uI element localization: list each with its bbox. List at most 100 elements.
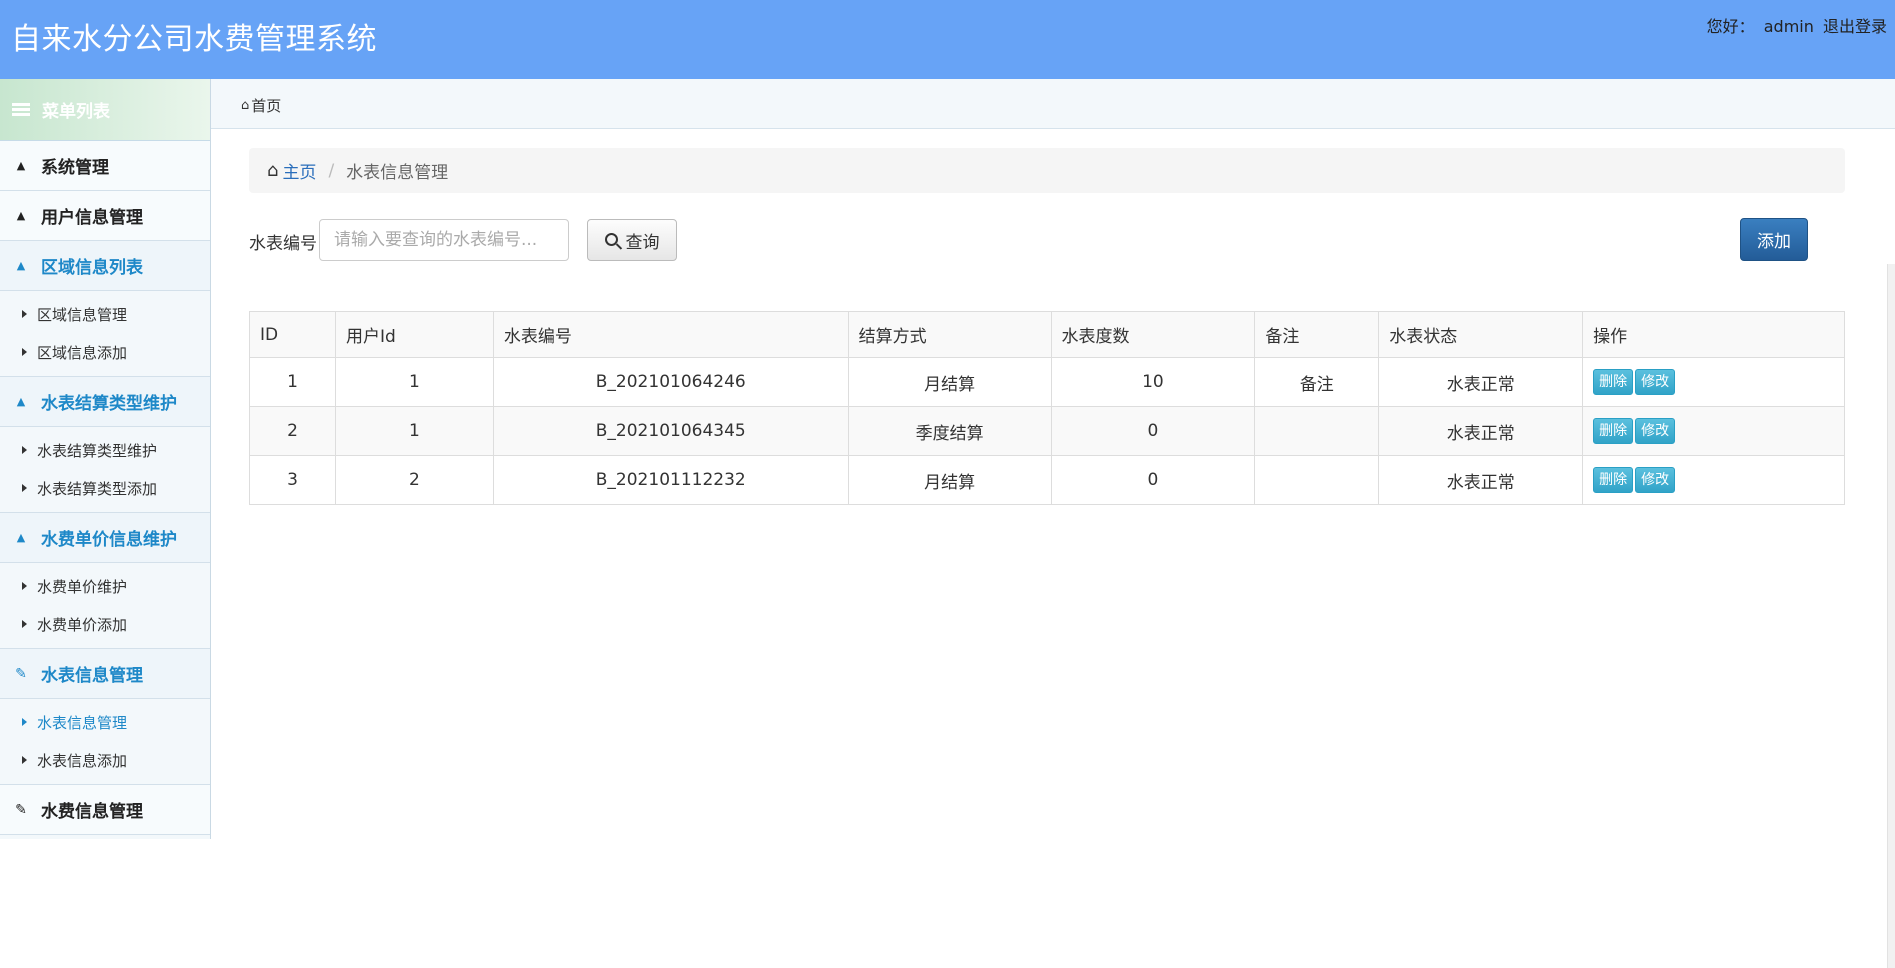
sidebar-item[interactable]: 区域信息添加 (0, 333, 210, 371)
edit-button[interactable]: 修改 (1635, 418, 1676, 444)
search-button[interactable]: 查询 (587, 219, 677, 261)
sidebar-group-label: 水表信息管理 (41, 666, 143, 686)
table-cell-meter-no: B_202101064345 (492, 406, 849, 456)
edit-button[interactable]: 修改 (1635, 467, 1676, 493)
tab-home[interactable]: ⌂ 首页 (241, 95, 281, 116)
username: admin (1763, 17, 1814, 36)
menu-header: 菜单列表 (0, 79, 210, 141)
sidebar-group-label: 区域信息列表 (41, 258, 143, 278)
sidebar-group[interactable]: ▲ 水表结算类型维护 (0, 377, 210, 427)
tab-home-label: 首页 (251, 97, 282, 115)
home-icon: ⌂ (267, 160, 279, 181)
sidebar-submenu: 水表结算类型维护水表结算类型添加 (0, 427, 210, 513)
table-header-cell: 水表状态 (1378, 311, 1584, 358)
add-button[interactable]: 添加 (1740, 218, 1808, 261)
sidebar-group-label: 系统管理 (41, 158, 109, 178)
sidebar-group-label: 用户信息管理 (41, 208, 143, 228)
table-cell-note: 备注 (1254, 357, 1380, 407)
sidebar-item-label: 水费单价维护 (37, 577, 128, 596)
caret-right-icon (22, 348, 27, 356)
sidebar-group[interactable]: ✎ 水表信息管理 (0, 649, 210, 699)
table-cell-id: 3 (249, 455, 336, 505)
table-cell-settle: 月结算 (847, 357, 1052, 407)
table-header-cell: 操作 (1582, 311, 1845, 358)
table-cell-user-id: 1 (334, 357, 494, 407)
sidebar-submenu: 水表信息管理 水表信息添加 (0, 699, 210, 785)
delete-button[interactable]: 删除 (1593, 467, 1634, 493)
caret-right-icon (22, 484, 27, 492)
table-cell-status: 水表正常 (1378, 406, 1584, 456)
table-header-cell: 用户Id (334, 311, 494, 358)
sidebar-item-label: 水表结算类型添加 (37, 479, 158, 498)
sidebar-item-label: 区域信息添加 (37, 343, 128, 362)
table-cell-user-id: 1 (334, 406, 494, 456)
search-button-label: 查询 (625, 232, 660, 253)
search-label: 水表编号 (249, 234, 317, 254)
sidebar-group[interactable]: ▲ 水费单价信息维护 (0, 513, 210, 563)
delete-button[interactable]: 删除 (1593, 418, 1634, 444)
table-row: 2 1 B_202101064345 季度结算 0 水表正常 删除 修改 (249, 406, 1845, 456)
app-header: 自来水分公司水费管理系统 您好： admin 退出登录 (0, 0, 1895, 79)
sidebar-group[interactable]: ▲ 区域信息列表 (0, 241, 210, 291)
table-cell-reading: 0 (1050, 406, 1256, 456)
table-cell-status: 水表正常 (1378, 357, 1584, 407)
table-cell-meter-no: B_202101112232 (492, 455, 849, 505)
table-cell-actions: 删除 修改 (1582, 406, 1845, 456)
sidebar-group[interactable]: ✎ 水费信息管理 (0, 785, 210, 835)
user-icon: ▲ (16, 159, 26, 172)
sidebar-item[interactable]: 水费单价添加 (0, 605, 210, 643)
table-cell-actions: 删除 修改 (1582, 455, 1845, 505)
sidebar-item-label: 区域信息管理 (37, 305, 128, 324)
sidebar-submenu: 区域信息管理 区域信息添加 (0, 291, 210, 377)
app-title: 自来水分公司水费管理系统 (11, 22, 377, 57)
breadcrumb: ⌂ 主页 / 水表信息管理 (249, 148, 1845, 193)
breadcrumb-home[interactable]: ⌂ 主页 (267, 158, 316, 183)
table-header-cell: 水表度数 (1050, 311, 1256, 358)
breadcrumb-home-label: 主页 (282, 163, 317, 183)
table-cell-settle: 季度结算 (847, 406, 1052, 456)
home-icon: ⌂ (241, 98, 250, 113)
sidebar-item[interactable]: 区域信息管理 (0, 295, 210, 333)
table-cell-meter-no: B_202101064246 (492, 357, 849, 407)
sidebar-submenu: 水费单价维护水费单价添加 (0, 563, 210, 649)
caret-right-icon (22, 310, 27, 318)
table-row: 1 1 B_202101064246 月结算 10 备注 水表正常 删除 修改 (249, 357, 1845, 407)
sidebar: 菜单列表 ▲ 系统管理 ▲ 用户信息管理 ▲ 区域信息列表 区域信息管理 区域信息添加 ▲ 水表结… (0, 79, 211, 839)
table-cell-actions: 删除 修改 (1582, 357, 1845, 407)
table-cell-settle: 月结算 (847, 455, 1052, 505)
greeting-text: 您好： (1706, 17, 1755, 36)
table-cell-reading: 10 (1050, 357, 1256, 407)
sidebar-group-label: 水费信息管理 (41, 802, 143, 822)
sidebar-item-label: 水表信息添加 (37, 751, 128, 770)
user-icon: ▲ (16, 531, 26, 544)
scrollbar[interactable] (1887, 264, 1895, 968)
table-cell-user-id: 2 (334, 455, 494, 505)
sidebar-item[interactable]: 水表信息添加 (0, 741, 210, 779)
sidebar-item[interactable]: 水表结算类型维护 (0, 431, 210, 469)
table-body: 1 1 B_202101064246 月结算 10 备注 水表正常 删除 修改 2 1 B_20210… (249, 357, 1845, 505)
search-icon (604, 232, 618, 246)
edit-button[interactable]: 修改 (1635, 369, 1676, 395)
main-content: ⌂ 主页 / 水表信息管理 水表编号 查询 添加 ID用户Id水表编号结算方式水… (211, 129, 1895, 968)
sidebar-item[interactable]: 水费单价维护 (0, 567, 210, 605)
sidebar-group[interactable]: ▲ 用户信息管理 (0, 191, 210, 241)
meter-number-search-input[interactable] (319, 219, 569, 261)
edit-icon: ✎ (15, 665, 27, 682)
user-icon: ▲ (16, 395, 26, 408)
sidebar-group[interactable]: ▲ 系统管理 (0, 141, 210, 191)
caret-right-icon (22, 582, 27, 590)
logout-link[interactable]: 退出登录 (1823, 17, 1887, 36)
delete-button[interactable]: 删除 (1593, 369, 1634, 395)
edit-icon: ✎ (15, 801, 27, 818)
sidebar-group-label: 水费单价信息维护 (41, 530, 177, 550)
table-header-cell: 备注 (1254, 311, 1380, 358)
sidebar-group-label: 水表结算类型维护 (41, 394, 177, 414)
caret-right-icon (22, 756, 27, 764)
sidebar-item[interactable]: 水表信息管理 (0, 703, 210, 741)
table-cell-id: 1 (249, 357, 336, 407)
table-cell-note (1254, 455, 1380, 505)
sidebar-item-label: 水表信息管理 (37, 713, 128, 732)
sidebar-item[interactable]: 水表结算类型添加 (0, 469, 210, 507)
caret-right-icon (22, 718, 27, 726)
tab-bar: ⌂ 首页 (211, 79, 1895, 129)
